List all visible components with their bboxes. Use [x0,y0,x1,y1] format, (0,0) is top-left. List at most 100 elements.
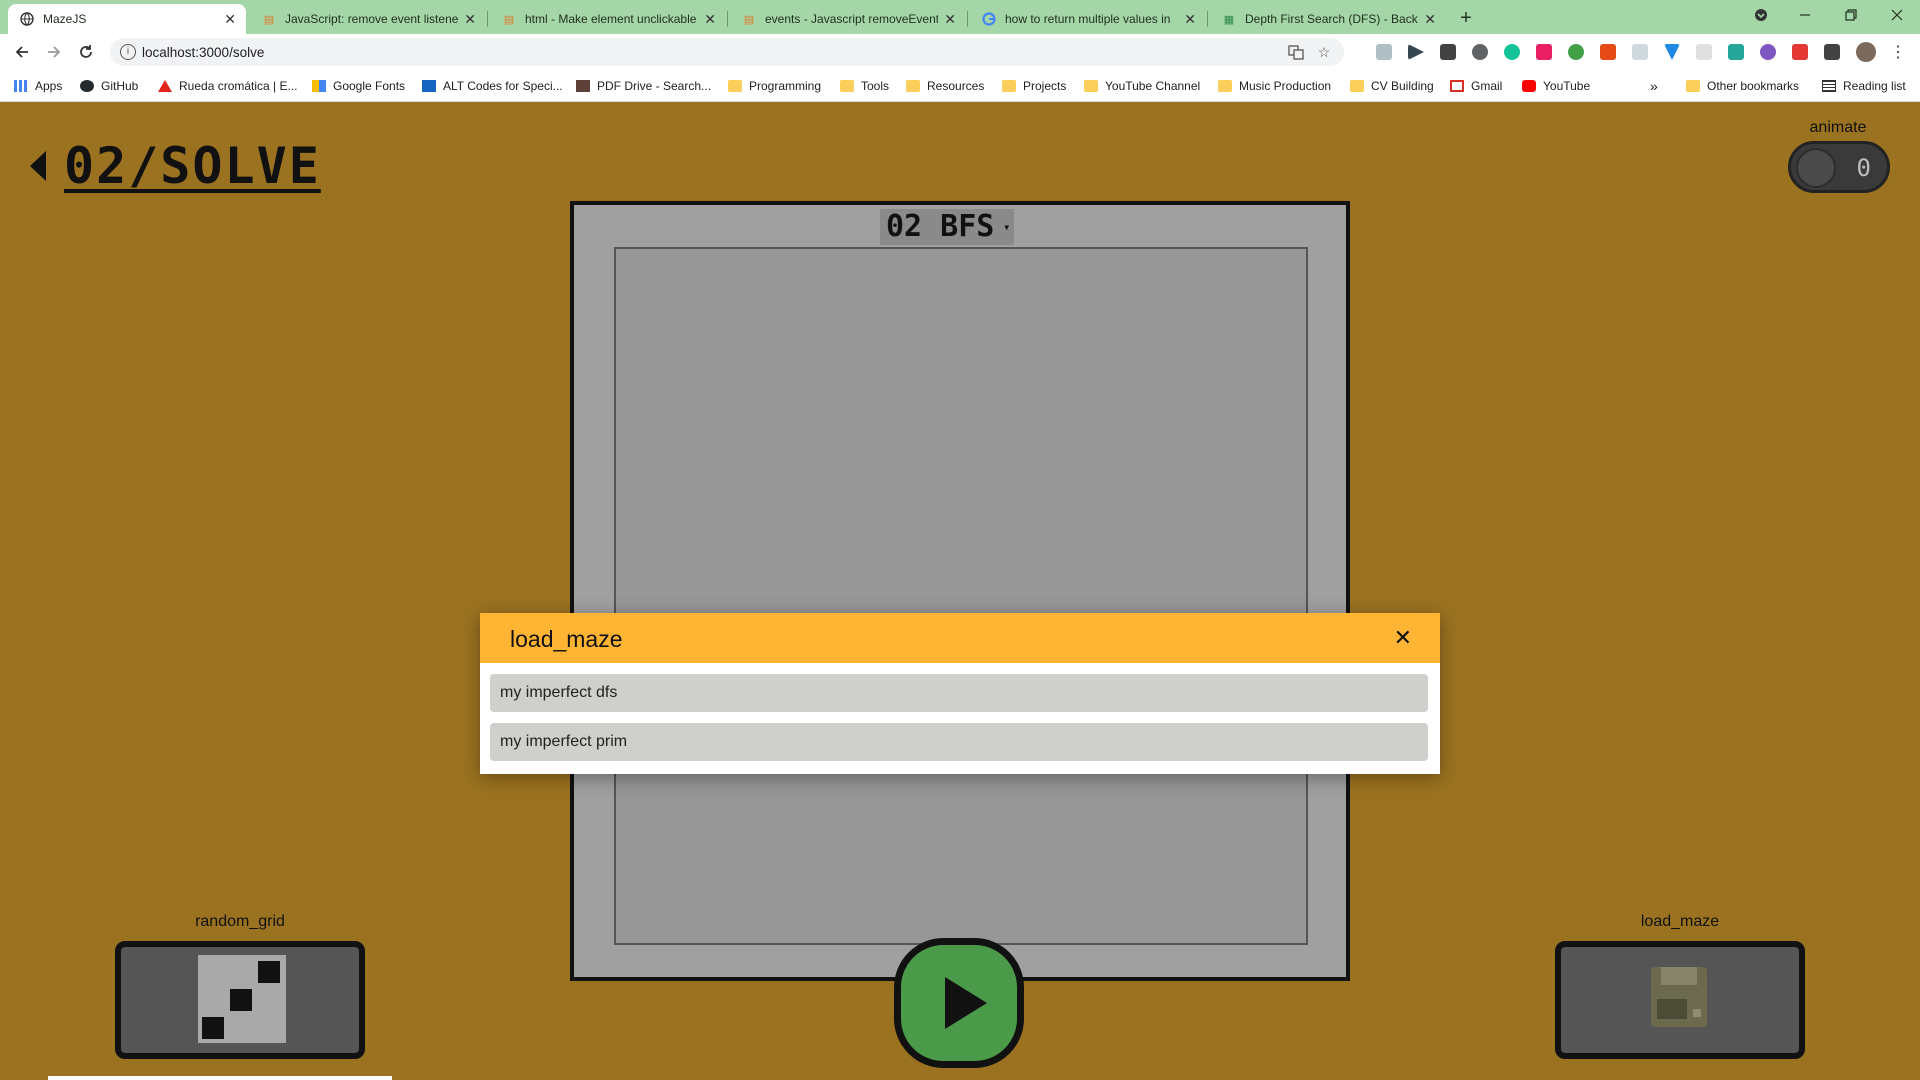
close-tab-icon[interactable]: ✕ [1184,11,1196,28]
bookmark-folder-projects[interactable]: Projects [1002,78,1066,94]
bookmark-folder-resources[interactable]: Resources [906,78,984,94]
bookmark-star-icon[interactable]: ☆ [1316,44,1332,60]
reload-icon[interactable] [74,40,98,64]
random-grid-icon [198,955,286,1043]
saved-maze-item[interactable]: my imperfect prim [490,723,1428,761]
pocket-icon[interactable] [1472,44,1488,60]
close-icon[interactable]: ✕ [1394,625,1412,651]
maze-grid[interactable] [614,247,1308,945]
reading-list[interactable]: Reading list [1822,78,1906,94]
pdf-extension-icon[interactable] [1600,44,1616,60]
cursor-extension-icon[interactable] [1408,44,1424,60]
bookmark-folder-music-production[interactable]: Music Production [1218,78,1331,94]
page-extension-icon[interactable] [1696,44,1712,60]
bookmark-rueda[interactable]: Rueda cromática | E... [158,78,298,94]
bookmark-label: GitHub [101,79,139,93]
folder-icon [1084,80,1098,92]
text-extension-icon[interactable] [1792,44,1808,60]
stackoverflow-icon: ▤ [263,13,275,26]
close-tab-icon[interactable]: ✕ [464,11,476,28]
bookmark-youtube[interactable]: YouTube [1522,78,1590,94]
tab-search-icon[interactable] [1738,0,1784,30]
close-window-icon[interactable] [1874,0,1920,30]
color-picker-icon[interactable] [1536,44,1552,60]
floppy-disk-icon [1651,967,1707,1027]
play-button[interactable] [894,938,1024,1068]
back-arrow-icon[interactable] [30,151,46,181]
close-tab-icon[interactable]: ✕ [1424,11,1436,28]
bookmark-alt-codes[interactable]: ALT Codes for Speci... [422,78,563,94]
load-maze-button[interactable] [1555,941,1805,1059]
tab-events-remove[interactable]: ▤ events - Javascript removeEventL ✕ [730,4,966,34]
keyboard-extension-icon[interactable] [1440,44,1456,60]
bookmark-gmail[interactable]: Gmail [1450,78,1502,94]
adobe-icon [158,80,172,92]
tab-title: events - Javascript removeEventL [765,12,939,26]
page-load-progress [48,1076,392,1080]
close-tab-icon[interactable]: ✕ [224,11,236,28]
bookmark-other[interactable]: Other bookmarks [1686,78,1799,94]
tab-js-remove-listener[interactable]: ▤ JavaScript: remove event listener ✕ [250,4,486,34]
menu-dots-icon[interactable]: ⋮ [1890,42,1906,62]
tab-html-unclickable[interactable]: ▤ html - Make element unclickable ✕ [490,4,726,34]
site-info-icon[interactable]: i [120,44,136,60]
tab-title: MazeJS [43,12,87,26]
grammarly-icon[interactable] [1504,44,1520,60]
bookmark-folder-cv-building[interactable]: CV Building [1350,78,1434,94]
bookmark-folder-tools[interactable]: Tools [840,78,889,94]
close-tab-icon[interactable]: ✕ [704,11,716,28]
translate-icon[interactable] [1288,44,1304,60]
globe-icon [20,12,34,26]
new-tab-button[interactable]: + [1452,4,1480,32]
back-icon[interactable] [10,40,34,64]
vue-devtools-icon[interactable] [1664,44,1680,60]
close-tab-icon[interactable]: ✕ [944,11,956,28]
forward-icon[interactable] [42,40,66,64]
color-wheel-icon[interactable] [1760,44,1776,60]
bookmark-pdf-drive[interactable]: PDF Drive - Search... [576,78,711,94]
saved-maze-item[interactable]: my imperfect dfs [490,674,1428,712]
tab-mazejs[interactable]: MazeJS ✕ [8,4,246,34]
toggle-state: 0 [1856,154,1871,182]
algorithm-select[interactable]: 02 BFS ▾ [880,209,1015,245]
bookmarks-overflow-icon[interactable]: » [1650,78,1658,94]
bookmark-label: YouTube Channel [1105,79,1201,93]
avatar[interactable] [1856,42,1876,62]
page-title[interactable]: 02/SOLVE [64,137,321,195]
bookmark-github[interactable]: GitHub [80,78,138,94]
modal-title: load_maze [510,626,623,652]
bookmark-label: PDF Drive - Search... [597,79,712,93]
folder-icon [1002,80,1016,92]
disk-label [1657,999,1687,1019]
bookmark-label: ALT Codes for Speci... [443,79,563,93]
pdf-drive-icon [576,80,590,92]
bookmark-label: Other bookmarks [1707,79,1800,93]
tab-dfs-backtracking[interactable]: ▦ Depth First Search (DFS) - Backtr ✕ [1210,4,1446,34]
restore-icon[interactable] [1828,0,1874,30]
tab-google-search[interactable]: how to return multiple values in ✕ [970,4,1206,34]
bookmark-label: Google Fonts [333,79,406,93]
green-extension-icon[interactable] [1568,44,1584,60]
bookmark-google-fonts[interactable]: Google Fonts [312,78,405,94]
url-input[interactable] [142,38,1242,66]
browser-toolbar: i ☆ ⋮ [0,34,1920,70]
disk-shutter [1661,967,1697,985]
extension-shield-icon[interactable] [1376,44,1392,60]
gmail-icon [1450,80,1464,92]
puzzle-icon[interactable] [1824,44,1840,60]
image-extension-icon[interactable] [1632,44,1648,60]
bookmark-label: Reading list [1843,79,1906,93]
folder-icon [906,80,920,92]
modal-header: load_maze ✕ [480,613,1440,663]
address-bar[interactable]: i ☆ [110,38,1344,66]
scanner-extension-icon[interactable] [1728,44,1744,60]
bookmark-label: Rueda cromática | E... [179,79,298,93]
load-maze-modal: load_maze ✕ my imperfect dfs my imperfec… [480,613,1440,774]
animate-toggle[interactable]: 0 [1788,141,1890,193]
bookmark-folder-youtube-channel[interactable]: YouTube Channel [1084,78,1200,94]
bookmark-apps[interactable]: Apps [14,78,62,94]
bookmark-folder-programming[interactable]: Programming [728,78,821,94]
tab-strip: MazeJS ✕ ▤ JavaScript: remove event list… [0,0,1920,34]
random-grid-button[interactable] [115,941,365,1059]
minimize-icon[interactable] [1782,0,1828,30]
